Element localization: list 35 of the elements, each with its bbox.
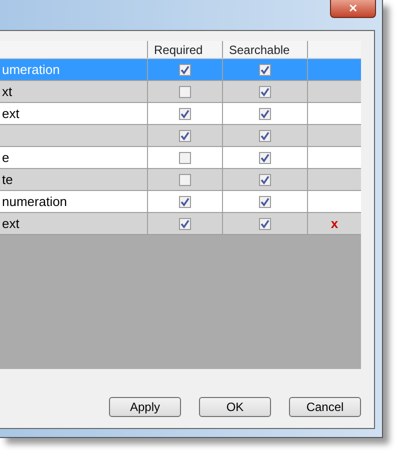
- table-cell: xt: [2, 84, 12, 99]
- checkbox[interactable]: [259, 152, 271, 164]
- dialog-button[interactable]: Cancel: [289, 397, 361, 417]
- checkbox[interactable]: [179, 152, 191, 164]
- checkbox[interactable]: [179, 64, 191, 76]
- checkbox[interactable]: [259, 64, 271, 76]
- table-row[interactable]: ext: [0, 103, 361, 125]
- table-cell: ext: [2, 106, 20, 121]
- checkbox[interactable]: [179, 86, 191, 98]
- column-header[interactable]: Searchable: [229, 40, 290, 58]
- column-header[interactable]: Required: [154, 40, 203, 58]
- checkbox[interactable]: [179, 108, 191, 120]
- table-row[interactable]: e: [0, 147, 361, 169]
- table-row[interactable]: ext x: [0, 213, 361, 235]
- table-row[interactable]: numeration: [0, 191, 361, 213]
- checkbox[interactable]: [179, 174, 191, 186]
- remove-mark[interactable]: x: [330, 214, 338, 234]
- table-cell: ext: [2, 216, 20, 231]
- table-cell: umeration: [2, 62, 60, 77]
- checkbox[interactable]: [259, 86, 271, 98]
- table-cell: te: [2, 172, 13, 187]
- dialog-button[interactable]: Apply: [109, 397, 181, 417]
- checkbox[interactable]: [179, 196, 191, 208]
- table-row[interactable]: xt: [0, 81, 361, 103]
- checkbox[interactable]: [259, 196, 271, 208]
- table-row[interactable]: te: [0, 169, 361, 191]
- checkbox[interactable]: [179, 218, 191, 230]
- checkbox[interactable]: [259, 130, 271, 142]
- table-cell: numeration: [2, 194, 68, 209]
- checkbox[interactable]: [259, 218, 271, 230]
- table-cell: e: [2, 150, 10, 165]
- checkbox[interactable]: [179, 130, 191, 142]
- dialog-button[interactable]: OK: [199, 397, 271, 417]
- checkbox[interactable]: [259, 174, 271, 186]
- checkbox[interactable]: [259, 108, 271, 120]
